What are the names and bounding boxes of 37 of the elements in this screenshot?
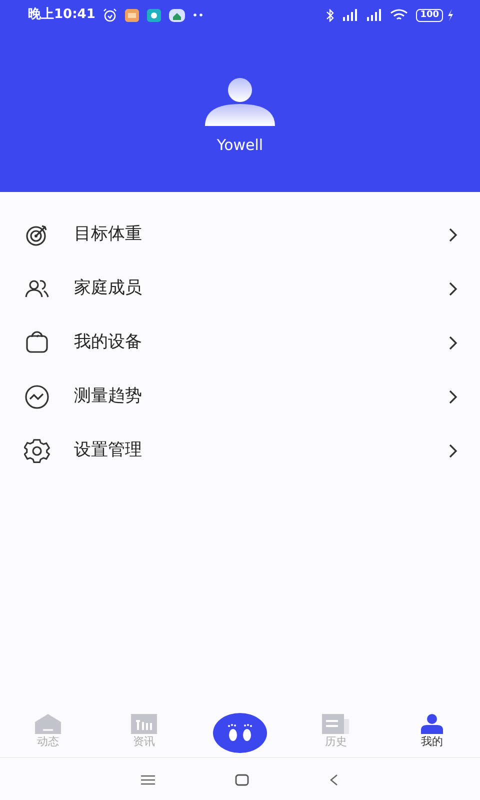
chevron-icon	[449, 228, 458, 242]
battery-level: 100	[416, 8, 443, 22]
notification-icon	[147, 8, 162, 22]
chevron-icon	[449, 390, 458, 404]
charging-icon	[447, 9, 454, 21]
menu-item[interactable]: 设置管理	[0, 424, 480, 478]
status-time: 晚上10:41	[28, 6, 96, 24]
more-icon	[193, 13, 204, 17]
chevron-icon	[449, 282, 458, 296]
menu-item[interactable]: 测量趋势	[0, 370, 480, 424]
notification-icon	[125, 8, 140, 22]
signal-icon	[366, 9, 382, 21]
menu-icon[interactable]	[141, 774, 155, 784]
menu-item[interactable]: 家庭成员	[0, 262, 480, 316]
footprints-icon	[225, 722, 255, 742]
wifi-icon	[390, 8, 408, 22]
notification-icon	[169, 8, 186, 22]
chevron-icon	[449, 336, 458, 350]
trend-icon	[24, 384, 50, 410]
chevron-icon	[449, 444, 458, 458]
bluetooth-icon	[326, 8, 334, 22]
home-icon[interactable]	[235, 774, 249, 786]
avatar-icon	[203, 78, 277, 126]
back-icon[interactable]	[329, 774, 339, 786]
document-icon	[322, 714, 350, 734]
signal-icon	[342, 9, 358, 21]
alarm-icon	[103, 8, 118, 22]
tab[interactable]: 我的	[384, 714, 480, 751]
settings-icon	[24, 438, 50, 464]
scale-icon	[24, 330, 50, 356]
house-icon	[35, 714, 61, 734]
person-icon	[421, 714, 443, 734]
chart-icon	[131, 714, 157, 734]
measure-button[interactable]	[213, 712, 267, 752]
menu-item[interactable]: 我的设备	[0, 316, 480, 370]
user-name: Yowell	[216, 135, 264, 156]
menu-item[interactable]: 目标体重	[0, 208, 480, 262]
